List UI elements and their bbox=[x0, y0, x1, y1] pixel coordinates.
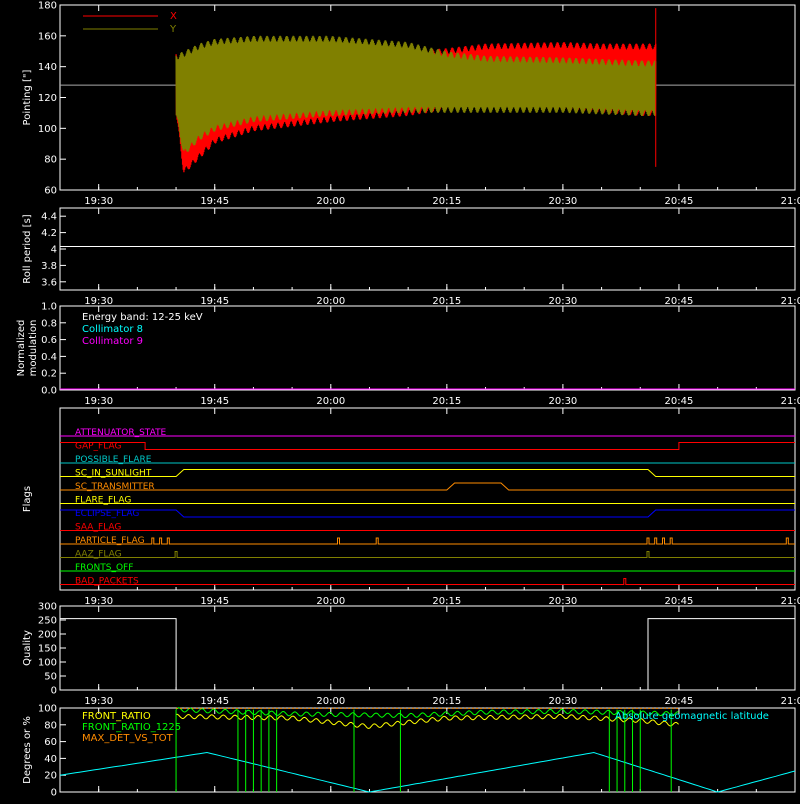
y-tick-label: 0.0 bbox=[41, 386, 57, 397]
x-tick-label: 21:00 bbox=[781, 696, 800, 707]
plot-page: 19:30 19:45 20:00 20:15 20:30 20:45 21:00 60 80 1… bbox=[0, 0, 800, 800]
x-tick-label: 19:30 bbox=[84, 596, 113, 607]
x-tick-label: 19:45 bbox=[200, 296, 229, 307]
y-tick-label: 100 bbox=[38, 658, 57, 669]
y-tick-label: 40 bbox=[44, 754, 57, 765]
x-tick-label: 20:30 bbox=[548, 696, 577, 707]
x-tick-label: 19:30 bbox=[84, 696, 113, 707]
x-tick-label: 21:00 bbox=[781, 396, 800, 407]
x-tick-label: 19:30 bbox=[84, 196, 113, 207]
x-tick-label: 20:15 bbox=[432, 296, 461, 307]
x-tick-label: 20:00 bbox=[316, 596, 345, 607]
y-tick-label: 0 bbox=[51, 788, 57, 799]
x-tick-label: 20:00 bbox=[316, 196, 345, 207]
x-tick-label: 21:00 bbox=[781, 196, 800, 207]
x-tick-label: 20:30 bbox=[548, 596, 577, 607]
legend-label: MAX_DET_VS_TOT bbox=[82, 733, 174, 744]
y-tick-label: 60 bbox=[44, 186, 57, 197]
y-tick-label: 50 bbox=[44, 672, 57, 683]
x-tick-label: 21:00 bbox=[781, 296, 800, 307]
y-tick-label: 80 bbox=[44, 720, 57, 731]
x-tick-label: 20:00 bbox=[316, 296, 345, 307]
y-tick-label: 160 bbox=[38, 31, 57, 42]
x-tick-label: 19:45 bbox=[200, 596, 229, 607]
multi-panel-chart: 19:30 19:45 20:00 20:15 20:30 20:45 21:00 60 80 1… bbox=[0, 0, 800, 800]
x-tick-label: 20:30 bbox=[548, 296, 577, 307]
x-tick-label: 20:45 bbox=[665, 296, 694, 307]
legend-label: FRONT_RATIO_1225 bbox=[82, 722, 181, 733]
y-tick-label: 180 bbox=[38, 1, 57, 12]
y-tick-label: 250 bbox=[38, 616, 57, 627]
y-tick-label: 20 bbox=[44, 771, 57, 782]
y-tick-label: 100 bbox=[38, 704, 57, 715]
y-tick-label: 4.4 bbox=[41, 212, 57, 223]
y-tick-label: 0.8 bbox=[41, 318, 57, 329]
y-tick-label: 4 bbox=[51, 245, 57, 256]
modulation-annotation: Energy band: 12-25 keV bbox=[82, 312, 203, 323]
y-tick-label: 4.2 bbox=[41, 228, 57, 239]
x-tick-label: 20:45 bbox=[665, 196, 694, 207]
y-tick-label: 60 bbox=[44, 737, 57, 748]
x-tick-label: 20:15 bbox=[432, 196, 461, 207]
y-tick-label: 150 bbox=[38, 644, 57, 655]
x-tick-label: 20:30 bbox=[548, 396, 577, 407]
legend-label: FRONT_RATIO bbox=[82, 711, 151, 722]
legend-label: Absolute geomagnetic latitude bbox=[615, 711, 769, 722]
x-tick-label: 20:15 bbox=[432, 596, 461, 607]
x-tick-label: 20:00 bbox=[316, 396, 345, 407]
x-tick-label: 20:45 bbox=[665, 596, 694, 607]
y-tick-label: 3.8 bbox=[41, 261, 57, 272]
y-tick-label: 300 bbox=[38, 602, 57, 613]
modulation-annotation: Collimator 9 bbox=[82, 336, 143, 347]
y-axis-label: Quality bbox=[22, 630, 33, 666]
y-axis-label: Pointing ["] bbox=[22, 69, 33, 125]
y-tick-label: 80 bbox=[44, 155, 57, 166]
x-tick-label: 20:00 bbox=[316, 696, 345, 707]
y-tick-label: 0.2 bbox=[41, 369, 57, 380]
y-tick-label: 3.6 bbox=[41, 277, 57, 288]
y-tick-label: 100 bbox=[38, 124, 57, 135]
y-tick-label: 0.4 bbox=[41, 352, 57, 363]
x-tick-label: 21:00 bbox=[781, 596, 800, 607]
x-tick-label: 19:45 bbox=[200, 696, 229, 707]
x-tick-label: 20:30 bbox=[548, 196, 577, 207]
y-tick-label: 200 bbox=[38, 630, 57, 641]
legend-label: X bbox=[170, 11, 177, 22]
legend-label: Y bbox=[169, 24, 177, 35]
y-tick-label: 140 bbox=[38, 62, 57, 73]
x-tick-label: 20:15 bbox=[432, 396, 461, 407]
modulation-annotation: Collimator 8 bbox=[82, 324, 143, 335]
x-tick-label: 19:45 bbox=[200, 396, 229, 407]
y-axis-label: Degrees or % bbox=[22, 716, 33, 784]
x-tick-label: 19:45 bbox=[200, 196, 229, 207]
y-axis-label: Normalizedmodulation bbox=[16, 320, 39, 377]
y-tick-label: 120 bbox=[38, 93, 57, 104]
x-tick-label: 19:30 bbox=[84, 396, 113, 407]
y-tick-label: 0.6 bbox=[41, 335, 57, 346]
x-tick-label: 20:15 bbox=[432, 696, 461, 707]
y-tick-label: 1.0 bbox=[41, 302, 57, 313]
y-axis-label-line: modulation bbox=[28, 320, 39, 377]
y-axis-label-line: Normalized bbox=[16, 320, 27, 377]
x-tick-label: 19:30 bbox=[84, 296, 113, 307]
x-tick-label: 20:45 bbox=[665, 396, 694, 407]
y-tick-label: 0 bbox=[51, 686, 57, 697]
x-tick-label: 20:45 bbox=[665, 696, 694, 707]
y-axis-label: Flags bbox=[22, 486, 33, 512]
y-axis-label: Roll period [s] bbox=[22, 214, 33, 283]
